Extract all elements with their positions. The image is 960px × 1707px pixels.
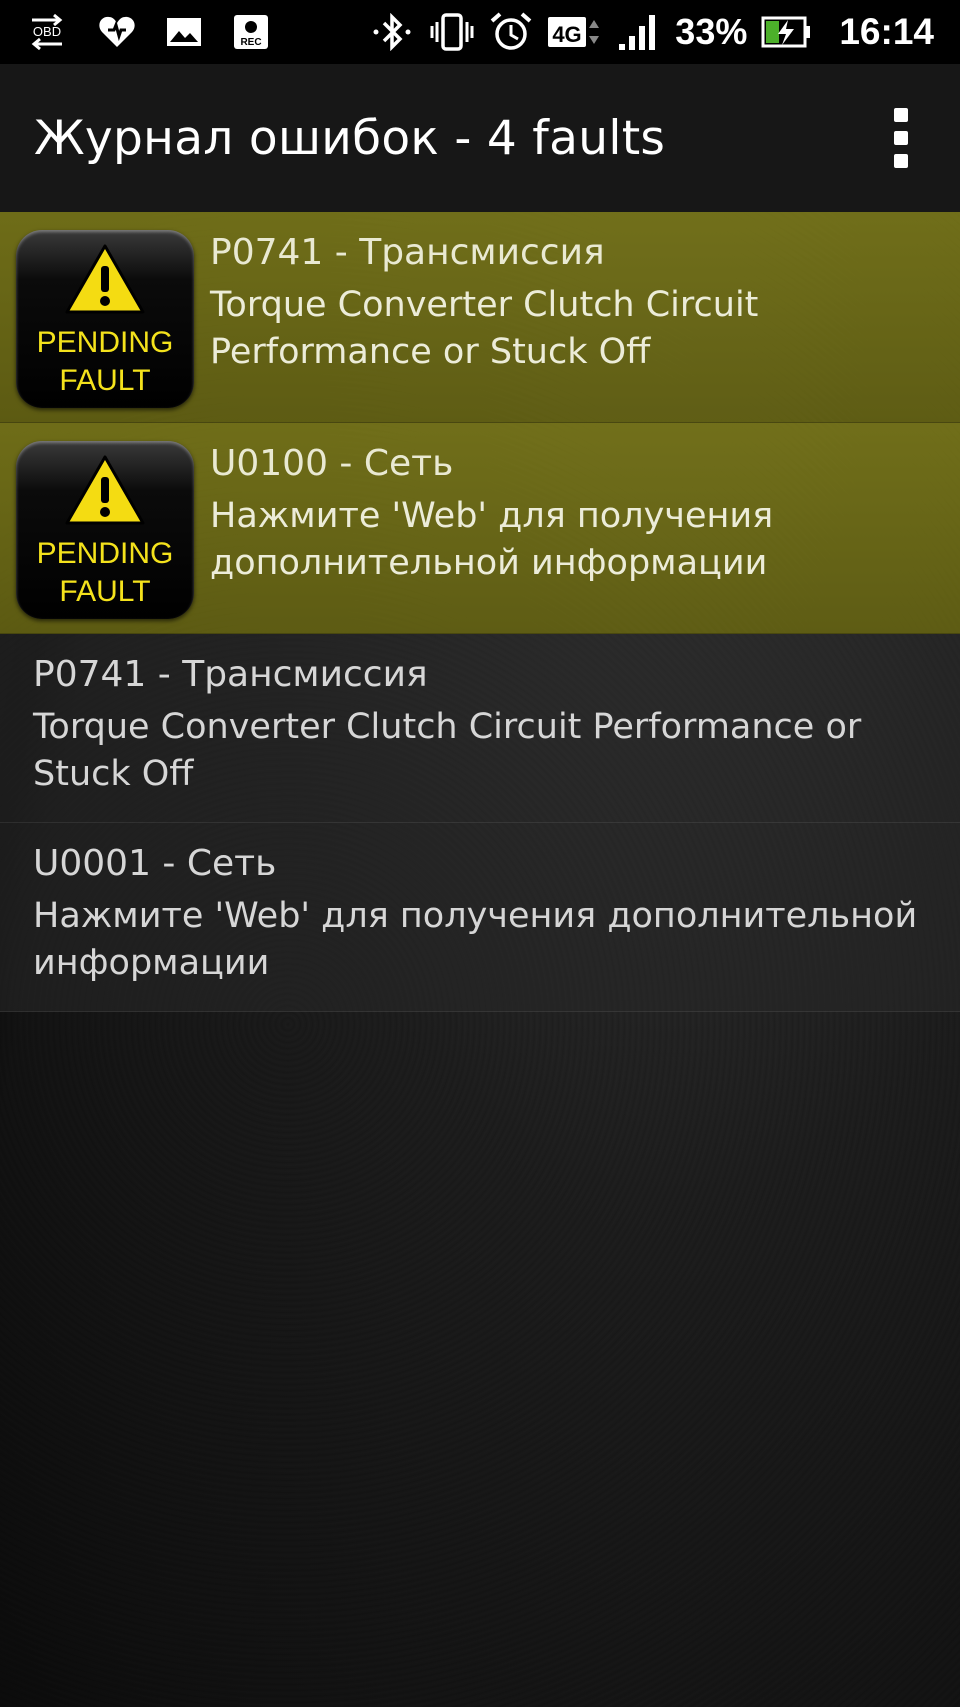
notification-icons: OBD REC <box>26 12 270 52</box>
warning-triangle-icon <box>65 244 145 314</box>
fault-description: Torque Converter Clutch Circuit Performa… <box>210 285 759 372</box>
pending-fault-badge: PENDING FAULT <box>16 230 194 408</box>
overflow-menu-button[interactable] <box>886 108 916 168</box>
svg-text:REC: REC <box>240 37 261 48</box>
fault-list: PENDING FAULT P0741 - Трансмиссия Torque… <box>0 212 960 1012</box>
battery-charging-icon <box>761 15 811 49</box>
clock: 16:14 <box>839 11 934 52</box>
svg-text:4G: 4G <box>553 22 582 47</box>
fault-code: U0100 - Сеть <box>210 443 454 484</box>
svg-text:OBD: OBD <box>33 24 61 39</box>
fault-code: P0741 - Трансмиссия <box>33 654 428 695</box>
network-4g-icon: 4G <box>547 12 603 52</box>
bluetooth-icon <box>369 13 415 51</box>
screen: OBD REC 4G 33% 16:14 Журнал ошибок - 4 f… <box>0 0 960 1707</box>
signal-icon <box>617 12 661 52</box>
more-vert-icon <box>894 108 908 122</box>
fault-item-pending[interactable]: PENDING FAULT U0100 - Сеть Нажмите 'Web'… <box>0 423 960 634</box>
badge-label-pending: PENDING <box>36 537 174 570</box>
fault-item-stored[interactable]: U0001 - Сеть Нажмите 'Web' для получения… <box>0 823 960 1012</box>
vibrate-icon <box>429 12 475 52</box>
fault-item-pending[interactable]: PENDING FAULT P0741 - Трансмиссия Torque… <box>0 212 960 423</box>
battery-percent: 33% <box>675 11 748 52</box>
status-bar: OBD REC 4G 33% 16:14 <box>0 0 960 64</box>
obd-icon: OBD <box>26 12 68 52</box>
screen-record-icon: REC <box>232 13 270 51</box>
fault-code: P0741 - Трансмиссия <box>210 232 605 273</box>
heart-icon <box>98 15 136 49</box>
more-vert-icon-dot <box>894 131 908 145</box>
pending-fault-badge: PENDING FAULT <box>16 441 194 619</box>
system-icons: 4G 33% 16:14 <box>369 11 934 53</box>
app-toolbar: Журнал ошибок - 4 faults <box>0 64 960 212</box>
fault-code: U0001 - Сеть <box>33 843 277 884</box>
warning-triangle-icon <box>65 455 145 525</box>
more-vert-icon-dot <box>894 154 908 168</box>
gallery-icon <box>166 17 202 47</box>
page-title: Журнал ошибок - 4 faults <box>34 110 666 166</box>
fault-description: Нажмите 'Web' для получения дополнительн… <box>210 496 774 583</box>
alarm-icon <box>489 11 533 53</box>
badge-label-pending: PENDING <box>36 326 174 359</box>
fault-description: Torque Converter Clutch Circuit Performa… <box>33 707 862 794</box>
badge-label-fault: FAULT <box>59 364 151 397</box>
fault-item-stored[interactable]: P0741 - Трансмиссия Torque Converter Clu… <box>0 634 960 823</box>
badge-label-fault: FAULT <box>59 575 151 608</box>
fault-description: Нажмите 'Web' для получения дополнительн… <box>33 896 918 983</box>
